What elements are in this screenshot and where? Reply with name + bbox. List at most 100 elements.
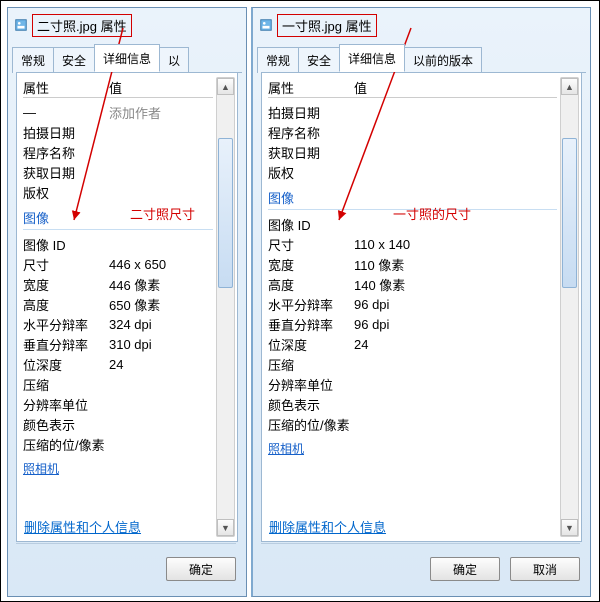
tab-previous-versions[interactable]: 以 <box>159 47 189 73</box>
titlebar: 二寸照.jpg 属性 <box>8 8 246 38</box>
details-panel: 属性 值 — 添加作者 拍摄日期程序名称获取日期版权 图像 图像 ID尺寸446… <box>16 72 238 542</box>
tab-details[interactable]: 详细信息 <box>339 44 405 72</box>
section-image: 图像 <box>23 208 213 227</box>
file-icon <box>259 18 273 32</box>
details-list: 属性 值 — 添加作者 拍摄日期程序名称获取日期版权 图像 图像 ID尺寸446… <box>23 77 213 537</box>
remove-properties-link[interactable]: 删除属性和个人信息 <box>269 517 386 536</box>
key: 压缩的位/像素 <box>268 415 354 434</box>
key: 垂直分辩率 <box>23 335 109 354</box>
window-title: 二寸照.jpg 属性 <box>32 14 132 37</box>
list-item: 尺寸446 x 650 <box>23 254 213 274</box>
value: 96 dpi <box>354 317 557 332</box>
value: 96 dpi <box>354 297 557 312</box>
list-header: 属性 值 <box>268 77 557 98</box>
key: 垂直分辩率 <box>268 315 354 334</box>
key: 程序名称 <box>23 143 109 162</box>
key: 分辨率单位 <box>268 375 354 394</box>
value: 110 像素 <box>354 255 557 274</box>
list-item: 垂直分辩率310 dpi <box>23 334 213 354</box>
list-item: 颜色表示 <box>268 394 557 414</box>
key: 拍摄日期 <box>23 123 109 142</box>
header-key: 属性 <box>23 78 109 97</box>
value-add-author[interactable]: 添加作者 <box>109 103 213 122</box>
tab-security[interactable]: 安全 <box>298 47 340 73</box>
key: 获取日期 <box>23 163 109 182</box>
value: 24 <box>109 357 213 372</box>
list-item: 宽度446 像素 <box>23 274 213 294</box>
list-item: 压缩的位/像素 <box>23 434 213 454</box>
list-item: 图像 ID <box>268 214 557 234</box>
key: 拍摄日期 <box>268 103 354 122</box>
list-item: 尺寸110 x 140 <box>268 234 557 254</box>
list-item: 压缩 <box>268 354 557 374</box>
list-item: 颜色表示 <box>23 414 213 434</box>
value: 650 像素 <box>109 295 213 314</box>
section-camera: 照相机 <box>23 460 213 477</box>
ok-button[interactable]: 确定 <box>430 557 500 581</box>
tab-details[interactable]: 详细信息 <box>94 44 160 72</box>
details-list: 属性 值 拍摄日期程序名称获取日期版权 图像 图像 ID尺寸110 x 140宽… <box>268 77 557 537</box>
key: 压缩的位/像素 <box>23 435 109 454</box>
scroll-track[interactable] <box>562 96 577 518</box>
list-item: 高度650 像素 <box>23 294 213 314</box>
scroll-thumb[interactable] <box>562 138 577 288</box>
list-item: 版权 <box>23 182 213 202</box>
scroll-up-button[interactable]: ▲ <box>561 78 578 95</box>
value: 310 dpi <box>109 337 213 352</box>
remove-properties-link[interactable]: 删除属性和个人信息 <box>24 517 141 536</box>
list-item: 图像 ID <box>23 234 213 254</box>
value: 446 像素 <box>109 275 213 294</box>
cancel-button[interactable]: 取消 <box>510 557 580 581</box>
section-rule <box>23 229 213 230</box>
tab-previous-versions[interactable]: 以前的版本 <box>404 47 482 73</box>
tab-general[interactable]: 常规 <box>257 47 299 73</box>
value: 24 <box>354 337 557 352</box>
scroll-down-button[interactable]: ▼ <box>561 519 578 536</box>
list-item: 水平分辩率324 dpi <box>23 314 213 334</box>
window-title: 一寸照.jpg 属性 <box>277 14 377 37</box>
canvas: 二寸照.jpg 属性 常规 安全 详细信息 以 属性 值 — 添加作者 拍摄日期… <box>0 0 600 602</box>
key: 高度 <box>268 275 354 294</box>
key: 宽度 <box>268 255 354 274</box>
scroll-down-button[interactable]: ▼ <box>217 519 234 536</box>
scroll-track[interactable] <box>218 96 233 518</box>
key: 图像 ID <box>268 215 354 234</box>
scroll-thumb[interactable] <box>218 138 233 288</box>
tab-strip: 常规 安全 详细信息 以前的版本 <box>257 44 586 73</box>
tab-general[interactable]: 常规 <box>12 47 54 73</box>
value: 140 像素 <box>354 275 557 294</box>
section-rule <box>268 209 557 210</box>
list-item: 程序名称 <box>268 122 557 142</box>
value: 446 x 650 <box>109 257 213 272</box>
list-item: 垂直分辩率96 dpi <box>268 314 557 334</box>
ok-button[interactable]: 确定 <box>166 557 236 581</box>
button-bar: 确定 <box>16 543 236 586</box>
list-item: — 添加作者 <box>23 102 213 122</box>
key: 高度 <box>23 295 109 314</box>
details-panel: 属性 值 拍摄日期程序名称获取日期版权 图像 图像 ID尺寸110 x 140宽… <box>261 72 582 542</box>
list-item: 高度140 像素 <box>268 274 557 294</box>
key: 颜色表示 <box>23 415 109 434</box>
key: 颜色表示 <box>268 395 354 414</box>
value: 110 x 140 <box>354 237 557 252</box>
section-image: 图像 <box>268 188 557 207</box>
key: 压缩 <box>23 375 109 394</box>
button-bar: 确定 取消 <box>261 543 580 586</box>
list-item: 拍摄日期 <box>268 102 557 122</box>
list-item: 获取日期 <box>23 162 213 182</box>
key: 水平分辩率 <box>268 295 354 314</box>
key: 版权 <box>268 163 354 182</box>
list-item: 拍摄日期 <box>23 122 213 142</box>
key: 位深度 <box>268 335 354 354</box>
list-item: 压缩的位/像素 <box>268 414 557 434</box>
properties-dialog-right: 一寸照.jpg 属性 常规 安全 详细信息 以前的版本 属性 值 拍摄日期程序名… <box>251 7 591 597</box>
scrollbar[interactable]: ▲ ▼ <box>216 77 235 537</box>
list-item: 压缩 <box>23 374 213 394</box>
key: 位深度 <box>23 355 109 374</box>
key: 尺寸 <box>268 235 354 254</box>
scroll-up-button[interactable]: ▲ <box>217 78 234 95</box>
tab-security[interactable]: 安全 <box>53 47 95 73</box>
key: 程序名称 <box>268 123 354 142</box>
header-key: 属性 <box>268 78 354 97</box>
scrollbar[interactable]: ▲ ▼ <box>560 77 579 537</box>
